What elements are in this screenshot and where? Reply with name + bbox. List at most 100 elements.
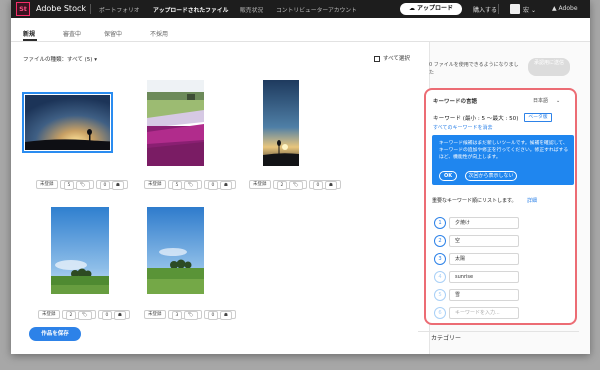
adobe-link[interactable]: ▲ Adobe xyxy=(552,5,578,12)
keyword-count-value: 3 xyxy=(171,311,183,320)
people-count-value: 0 xyxy=(101,311,113,320)
people-count: 0 ☗ xyxy=(203,180,236,190)
trees-blue-sky-image xyxy=(51,207,109,294)
status-badge: 未登録 xyxy=(38,310,60,319)
keyword-field[interactable]: sunrise xyxy=(449,271,519,283)
keyword-field[interactable]: 太陽 xyxy=(449,253,519,265)
select-all-label: すべて選択 xyxy=(383,56,410,62)
upload-label: アップロード xyxy=(417,5,454,12)
adobe-stock-logo[interactable]: St xyxy=(16,2,30,16)
tab-in-review[interactable]: 審査中 xyxy=(63,29,81,38)
submit-for-review-button[interactable]: 承認用に送信 xyxy=(528,58,570,76)
tab-rejected[interactable]: 不採用 xyxy=(150,29,168,38)
people-icon: ☗ xyxy=(219,311,232,320)
people-count-value: 0 xyxy=(99,181,111,190)
people-count: 0 ☗ xyxy=(95,180,128,190)
chevron-down-icon: ⌄ xyxy=(556,98,561,104)
beta-badge: ベータ版 xyxy=(524,113,552,122)
status-badge: 未登録 xyxy=(36,180,58,189)
save-work-button[interactable]: 作品を保存 xyxy=(29,327,81,341)
new-keyword-input[interactable]: キーワードを入力... xyxy=(449,307,519,319)
keyword-language-value: 日本語 xyxy=(533,98,549,104)
people-count: 0 ☗ xyxy=(203,310,236,320)
keyword-count: 5 🏷 xyxy=(167,180,202,190)
keyword-number: 2 xyxy=(434,235,446,247)
nav-portfolio[interactable]: ポートフォリオ xyxy=(99,5,140,14)
people-count: 0 ☗ xyxy=(308,180,341,190)
people-count-value: 0 xyxy=(207,181,219,190)
status-badge: 未登録 xyxy=(249,180,271,189)
file-type-filter-label: ファイルの種類：すべて (5) xyxy=(23,57,93,63)
ok-button[interactable]: OK xyxy=(439,171,457,181)
file-meta: 未登録 3 🏷 0 ☗ xyxy=(144,310,236,320)
file-thumbnail[interactable] xyxy=(263,80,299,166)
user-menu[interactable]: 宏 ⌄ xyxy=(523,5,536,14)
file-meta: 未登録 2 🏷 0 ☗ xyxy=(249,180,341,190)
detail-link[interactable]: 詳細 xyxy=(527,197,537,204)
sunset-tree-image xyxy=(25,95,110,150)
keyword-count: 3 🏷 xyxy=(167,310,202,320)
file-thumbnail[interactable] xyxy=(147,207,204,294)
keyword-number: 5 xyxy=(434,289,446,301)
keyword-count-value: 5 xyxy=(63,181,75,190)
keyword-number: 4 xyxy=(434,271,446,283)
tag-icon: 🏷 xyxy=(183,311,198,320)
tab-new[interactable]: 新規 xyxy=(23,29,35,38)
keyword-number: 6 xyxy=(434,307,446,319)
file-thumbnail[interactable] xyxy=(147,80,204,166)
file-thumbnail[interactable] xyxy=(22,92,113,153)
nav-sales[interactable]: 販売状況 xyxy=(240,5,263,14)
status-badge: 未登録 xyxy=(144,310,166,319)
keyword-language-select[interactable]: 日本語 ⌄ xyxy=(533,97,560,104)
select-all[interactable]: すべて選択 xyxy=(374,54,410,62)
divider xyxy=(498,4,499,14)
divider xyxy=(418,331,579,332)
tag-icon: 🏷 xyxy=(288,181,303,190)
file-type-filter[interactable]: ファイルの種類：すべて (5) ▾ xyxy=(23,55,97,63)
keyword-count-value: 5 xyxy=(171,181,183,190)
keyword-count: 2 🏷 xyxy=(61,310,96,320)
upload-cloud-icon: ☁ xyxy=(408,5,418,12)
upload-button[interactable]: ☁ アップロード xyxy=(400,3,462,15)
available-files-text: 0 ファイルを使用できるようになりました xyxy=(429,62,519,76)
nav-uploaded-files[interactable]: アップロードされたファイル xyxy=(153,5,228,14)
file-meta: 未登録 5 🏷 0 ☗ xyxy=(144,180,236,190)
sunset-vertical-image xyxy=(263,80,299,166)
clear-all-keywords-link[interactable]: すべてのキーワードを消去 xyxy=(433,124,492,131)
people-icon: ☗ xyxy=(324,181,337,190)
people-count: 0 ☗ xyxy=(97,310,130,320)
keyword-number: 3 xyxy=(434,253,446,265)
keyword-field[interactable]: 夕焼け xyxy=(449,217,519,229)
trees-blue-sky-image-2 xyxy=(147,207,204,294)
nav-contributor-account[interactable]: コントリビューターアカウント xyxy=(276,5,357,14)
user-name: 宏 xyxy=(523,7,530,14)
tab-on-hold[interactable]: 保留中 xyxy=(104,29,122,38)
keyword-field[interactable]: 雪 xyxy=(449,289,519,301)
keyword-count-value: 2 xyxy=(276,181,288,190)
info-banner-text: キーワード候補はまだ新しいツールです。候補を確認して、キーワードの追加や修正を行… xyxy=(439,141,569,160)
dont-show-again-button[interactable]: 次回から表示しない xyxy=(465,171,517,181)
category-label[interactable]: カテゴリー xyxy=(431,333,461,342)
file-thumbnail[interactable] xyxy=(51,207,109,294)
divider xyxy=(90,4,91,14)
file-meta: 未登録 5 🏷 0 ☗ xyxy=(36,180,128,190)
user-avatar[interactable] xyxy=(510,4,520,14)
tag-icon: 🏷 xyxy=(75,181,90,190)
info-banner: キーワード候補はまだ新しいツールです。候補を確認して、キーワードの追加や修正を行… xyxy=(432,135,574,185)
top-bar: St Adobe Stock ポートフォリオ アップロードされたファイル 販売状… xyxy=(11,0,590,18)
select-all-checkbox[interactable] xyxy=(374,55,380,62)
tag-icon: 🏷 xyxy=(183,181,198,190)
keyword-field[interactable]: 空 xyxy=(449,235,519,247)
keyword-count: 5 🏷 xyxy=(59,180,94,190)
keyword-language-title: キーワードの言語 xyxy=(433,99,478,105)
brand-name[interactable]: Adobe Stock xyxy=(36,4,86,13)
tag-icon: 🏷 xyxy=(77,311,92,320)
status-badge: 未登録 xyxy=(144,180,166,189)
file-meta: 未登録 2 🏷 0 ☗ xyxy=(38,310,130,320)
buy-link[interactable]: 購入する xyxy=(473,5,497,14)
people-count-value: 0 xyxy=(312,181,324,190)
people-icon: ☗ xyxy=(111,181,124,190)
keyword-number: 1 xyxy=(434,217,446,229)
people-icon: ☗ xyxy=(219,181,232,190)
flower-field-image xyxy=(147,80,204,166)
